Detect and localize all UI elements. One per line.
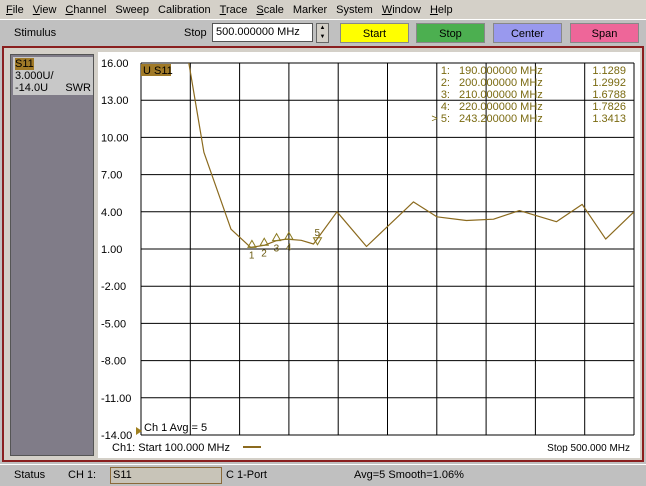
menu-view[interactable]: View (33, 4, 57, 16)
marker-readout-freq: 190.000000 MHz (459, 65, 543, 77)
marker-readout-id: > 5: (431, 113, 450, 125)
trace-name: S11 (15, 58, 34, 70)
y-tick-label: 16.00 (101, 58, 129, 70)
marker-readout-freq: 200.000000 MHz (459, 77, 543, 89)
trace-format: SWR (65, 82, 91, 94)
marker-readout-value: 1.6788 (592, 89, 626, 101)
y-tick-label: -11.00 (101, 393, 131, 405)
marker-3-label: 3 (274, 244, 280, 255)
spin-up-icon[interactable]: ▲ (317, 24, 328, 33)
measurement-field[interactable]: S11 (110, 467, 222, 484)
span-button[interactable]: Span (570, 23, 639, 43)
y-tick-label: 7.00 (101, 170, 122, 182)
plot-area[interactable]: 16.00 13.00 10.00 7.00 4.00 1.00 -2.00 -5.00 -8.… (98, 52, 640, 458)
menu-sweep[interactable]: Sweep (115, 4, 149, 16)
marker-1-label: 1 (249, 250, 255, 261)
trace-panel: S11 3.000U/ -14.0U SWR (10, 54, 94, 456)
menu-scale[interactable]: Scale (256, 4, 284, 16)
menu-channel[interactable]: Channel (65, 4, 106, 16)
marker-3-icon (271, 232, 282, 242)
marker-readout-value: 1.1289 (592, 65, 626, 77)
menu-marker[interactable]: Marker (293, 4, 327, 16)
spin-down-icon[interactable]: ▼ (317, 33, 328, 42)
menu-file[interactable]: File (6, 4, 24, 16)
trace-reference: -14.0U (15, 82, 49, 94)
status-label: Status (14, 469, 46, 481)
marker-readout-value: 1.2992 (592, 77, 626, 89)
y-tick-label: 1.00 (101, 244, 122, 256)
marker-4-label: 4 (286, 242, 292, 253)
menu-trace[interactable]: Trace (220, 4, 248, 16)
marker-readout-value: 1.3413 (592, 113, 626, 125)
menu-window[interactable]: Window (382, 4, 421, 16)
start-button[interactable]: Start (340, 23, 409, 43)
marker-readout-id: 1: (441, 65, 450, 77)
stop-label: Stop (184, 27, 207, 39)
menu-system[interactable]: System (336, 4, 373, 16)
stimulus-toolbar: Stimulus Stop 500.000000 MHz ▲ ▼ Start St… (0, 19, 646, 45)
start-frequency-label: Ch1: Start 100.000 MHz (112, 442, 230, 454)
average-label: Ch 1 Avg = 5 (144, 422, 207, 434)
y-tick-label: -2.00 (101, 281, 126, 293)
marker-readout-id: 4: (441, 101, 450, 113)
y-tick-label: 13.00 (101, 95, 129, 107)
marker-readout-freq: 243.200000 MHz (459, 113, 543, 125)
trace-scale: 3.000U/ (15, 70, 54, 82)
status-bar: Status CH 1: S11 C 1-Port Avg=5 Smooth=1… (0, 464, 646, 486)
marker-readout-freq: 210.000000 MHz (459, 89, 543, 101)
marker-2-label: 2 (261, 248, 267, 259)
trace-label: U S11 (143, 65, 173, 77)
marker-readout-id: 3: (441, 89, 450, 101)
y-tick-label: 10.00 (101, 132, 129, 144)
marker-readout-id: 2: (441, 77, 450, 89)
trace-s11 (188, 63, 634, 248)
channel-window: S11 3.000U/ -14.0U SWR 16.00 13.00 10.00 7.0… (2, 46, 644, 462)
marker-5-label: 5 (314, 228, 320, 239)
menu-bar: File View Channel Sweep Calibration Trac… (0, 0, 646, 19)
center-button[interactable]: Center (493, 23, 562, 43)
swr-chart: 16.00 13.00 10.00 7.00 4.00 1.00 -2.00 -5.00 -8.… (101, 58, 638, 457)
marker-readout-value: 1.7826 (592, 101, 626, 113)
channel-label: CH 1: (68, 469, 97, 481)
stop-button[interactable]: Stop (416, 23, 485, 43)
stop-spinner[interactable]: ▲ ▼ (316, 23, 329, 43)
stop-frequency-input[interactable]: 500.000000 MHz (212, 23, 313, 42)
stimulus-label: Stimulus (14, 27, 57, 39)
calibration-status: C 1-Port (226, 469, 267, 481)
y-tick-label: 4.00 (101, 207, 122, 219)
trace-info[interactable]: S11 3.000U/ -14.0U SWR (13, 57, 93, 95)
menu-calibration[interactable]: Calibration (158, 4, 211, 16)
marker-readout-freq: 220.000000 MHz (459, 101, 543, 113)
stop-frequency-label: Stop 500.000 MHz (547, 443, 630, 454)
menu-help[interactable]: Help (430, 4, 453, 16)
y-tick-label: -8.00 (101, 356, 126, 368)
y-tick-label: -5.00 (101, 318, 126, 330)
average-status: Avg=5 Smooth=1.06% (354, 469, 464, 481)
y-tick-label: -14.00 (101, 430, 132, 442)
